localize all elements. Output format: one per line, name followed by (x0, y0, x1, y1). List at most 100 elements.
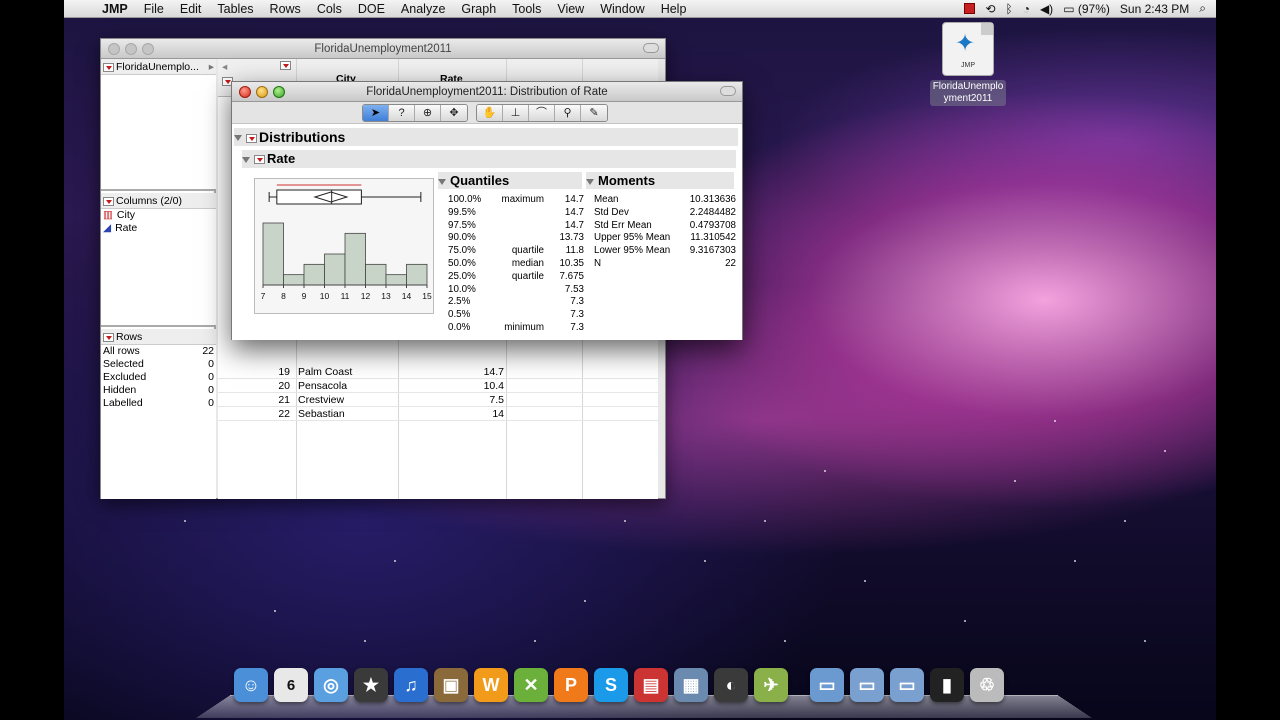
ical-icon[interactable]: 6 (274, 668, 308, 702)
menu-file[interactable]: File (136, 2, 172, 16)
menu-cols[interactable]: Cols (309, 2, 350, 16)
columns-panel-header[interactable]: Columns (2/0) (101, 193, 216, 209)
zoom-button[interactable] (273, 86, 285, 98)
trash-icon[interactable]: ♲ (970, 668, 1004, 702)
distribution-titlebar[interactable]: FloridaUnemployment2011: Distribution of… (232, 82, 742, 102)
moment-row: Mean 10.313636 (594, 194, 736, 205)
minimize-button[interactable] (125, 43, 137, 55)
histogram-bar (406, 263, 428, 286)
menu-app[interactable]: JMP (94, 2, 136, 16)
collapse-left-icon[interactable]: ◂ (222, 61, 227, 73)
rows-hidden[interactable]: Hidden 0 (101, 384, 216, 397)
itunes-icon[interactable]: ♫ (394, 668, 428, 702)
preview-icon[interactable]: ▦ (674, 668, 708, 702)
menu-edit[interactable]: Edit (172, 2, 210, 16)
rows-selected[interactable]: Selected 0 (101, 358, 216, 371)
terminal-icon[interactable]: ▮ (930, 668, 964, 702)
safari-icon[interactable]: ◎ (314, 668, 348, 702)
dashboard-icon[interactable]: ◐ (714, 668, 748, 702)
menu-rows[interactable]: Rows (262, 2, 309, 16)
table-row[interactable]: 19 Palm Coast 14.7 (218, 365, 658, 379)
quantiles-outline[interactable]: Quantiles (438, 172, 582, 189)
annotate-icon[interactable]: ✎ (581, 105, 607, 121)
arrow-icon[interactable]: ➤ (363, 105, 389, 121)
red-triangle-icon[interactable] (280, 61, 291, 70)
volume-icon[interactable]: ◀) (1040, 2, 1053, 16)
rows-excluded[interactable]: Excluded 0 (101, 371, 216, 384)
red-triangle-icon[interactable] (103, 332, 114, 342)
battery-status[interactable]: ▭ (97%) (1063, 2, 1110, 16)
disclosure-down-icon[interactable] (234, 135, 242, 142)
quantile-row: 10.0% 7.53 (448, 283, 584, 295)
table-titlebar[interactable]: FloridaUnemployment2011 (101, 39, 665, 59)
pages-icon[interactable]: P (554, 668, 588, 702)
wu-icon[interactable]: W (474, 668, 508, 702)
bluetooth-icon[interactable]: ᛒ (1006, 2, 1013, 16)
red-triangle-icon[interactable] (103, 62, 114, 72)
rate-outline[interactable]: Rate (242, 150, 736, 168)
iphoto-icon[interactable]: ▣ (434, 668, 468, 702)
disclosure-down-icon[interactable] (586, 178, 594, 185)
close-button[interactable] (108, 43, 120, 55)
x-tick-label: 15 (422, 291, 432, 301)
red-triangle-icon[interactable] (246, 133, 257, 143)
table-row[interactable]: 20 Pensacola 10.4 (218, 379, 658, 393)
downloads-icon[interactable]: ▭ (890, 668, 924, 702)
menu-help[interactable]: Help (653, 2, 695, 16)
histogram-plot[interactable]: 7 8 9 10 11 12 13 14 15 (254, 178, 434, 314)
distributions-outline[interactable]: Distributions (234, 128, 738, 146)
imovie-icon[interactable]: ★ (354, 668, 388, 702)
hand-icon[interactable]: ✋ (477, 105, 503, 121)
help-icon[interactable]: ? (389, 105, 415, 121)
menu-doe[interactable]: DOE (350, 2, 393, 16)
red-triangle-icon[interactable] (254, 155, 265, 165)
desktop-file-label: FloridaUnemployment2011 (930, 80, 1006, 106)
moments-outline[interactable]: Moments (586, 172, 734, 189)
menu-tools[interactable]: Tools (504, 2, 549, 16)
xmind-icon[interactable]: ✕ (514, 668, 548, 702)
finder-icon[interactable]: ☺ (234, 668, 268, 702)
clock[interactable]: Sun 2:43 PM (1120, 2, 1189, 16)
documents-icon[interactable]: ▭ (850, 668, 884, 702)
maps-icon[interactable]: ✈ (754, 668, 788, 702)
table-row[interactable]: 21 Crestview 7.5 (218, 393, 658, 407)
menu-analyze[interactable]: Analyze (393, 2, 453, 16)
histogram-bar (385, 274, 407, 286)
brush-icon[interactable]: ⊥ (503, 105, 529, 121)
move-icon[interactable]: ✥ (441, 105, 467, 121)
rows-all[interactable]: All rows 22 (101, 345, 216, 358)
disclosure-down-icon[interactable] (438, 178, 446, 185)
spotlight-icon[interactable]: ⌕ (1199, 1, 1206, 16)
menu-tables[interactable]: Tables (209, 2, 261, 16)
skype-icon[interactable]: S (594, 668, 628, 702)
time-machine-icon[interactable]: ⟲ (985, 2, 995, 16)
disclosure-down-icon[interactable] (242, 156, 250, 163)
column-item-rate[interactable]: ◢ Rate (101, 222, 216, 235)
zoom-button[interactable] (142, 43, 154, 55)
disclosure-right-icon[interactable]: ▸ (209, 61, 214, 73)
distribution-window: FloridaUnemployment2011: Distribution of… (231, 81, 743, 340)
menu-view[interactable]: View (549, 2, 592, 16)
lasso-icon[interactable]: ⌒ (529, 105, 555, 121)
desktop-file-icon[interactable]: ✦ JMP FloridaUnemployment2011 (930, 22, 1006, 106)
crosshair-icon[interactable]: ⊕ (415, 105, 441, 121)
rows-panel-header[interactable]: Rows (101, 329, 216, 345)
table-row[interactable]: 22 Sebastian 14 (218, 407, 658, 421)
photobooth-icon[interactable]: ▤ (634, 668, 668, 702)
record-icon[interactable] (964, 3, 976, 14)
tools-toolbar: ➤ ? ⊕ ✥ ✋ ⊥ ⌒ ⚲ ✎ (232, 102, 742, 124)
minimize-button[interactable] (256, 86, 268, 98)
wifi-icon[interactable]: ◔ (1023, 2, 1030, 16)
toolbar-toggle-button[interactable] (720, 86, 736, 96)
toolbar-toggle-button[interactable] (643, 43, 659, 53)
close-button[interactable] (239, 86, 251, 98)
rows-labelled[interactable]: Labelled 0 (101, 397, 216, 410)
magnifier-icon[interactable]: ⚲ (555, 105, 581, 121)
folder-icon[interactable]: ▭ (810, 668, 844, 702)
column-item-city[interactable]: ▥ City (101, 209, 216, 222)
red-triangle-icon[interactable] (103, 196, 114, 206)
menu-graph[interactable]: Graph (453, 2, 504, 16)
table-panel-header[interactable]: FloridaUnemplo... ▸ (101, 59, 216, 75)
histogram-bar (324, 253, 346, 286)
menu-window[interactable]: Window (592, 2, 652, 16)
